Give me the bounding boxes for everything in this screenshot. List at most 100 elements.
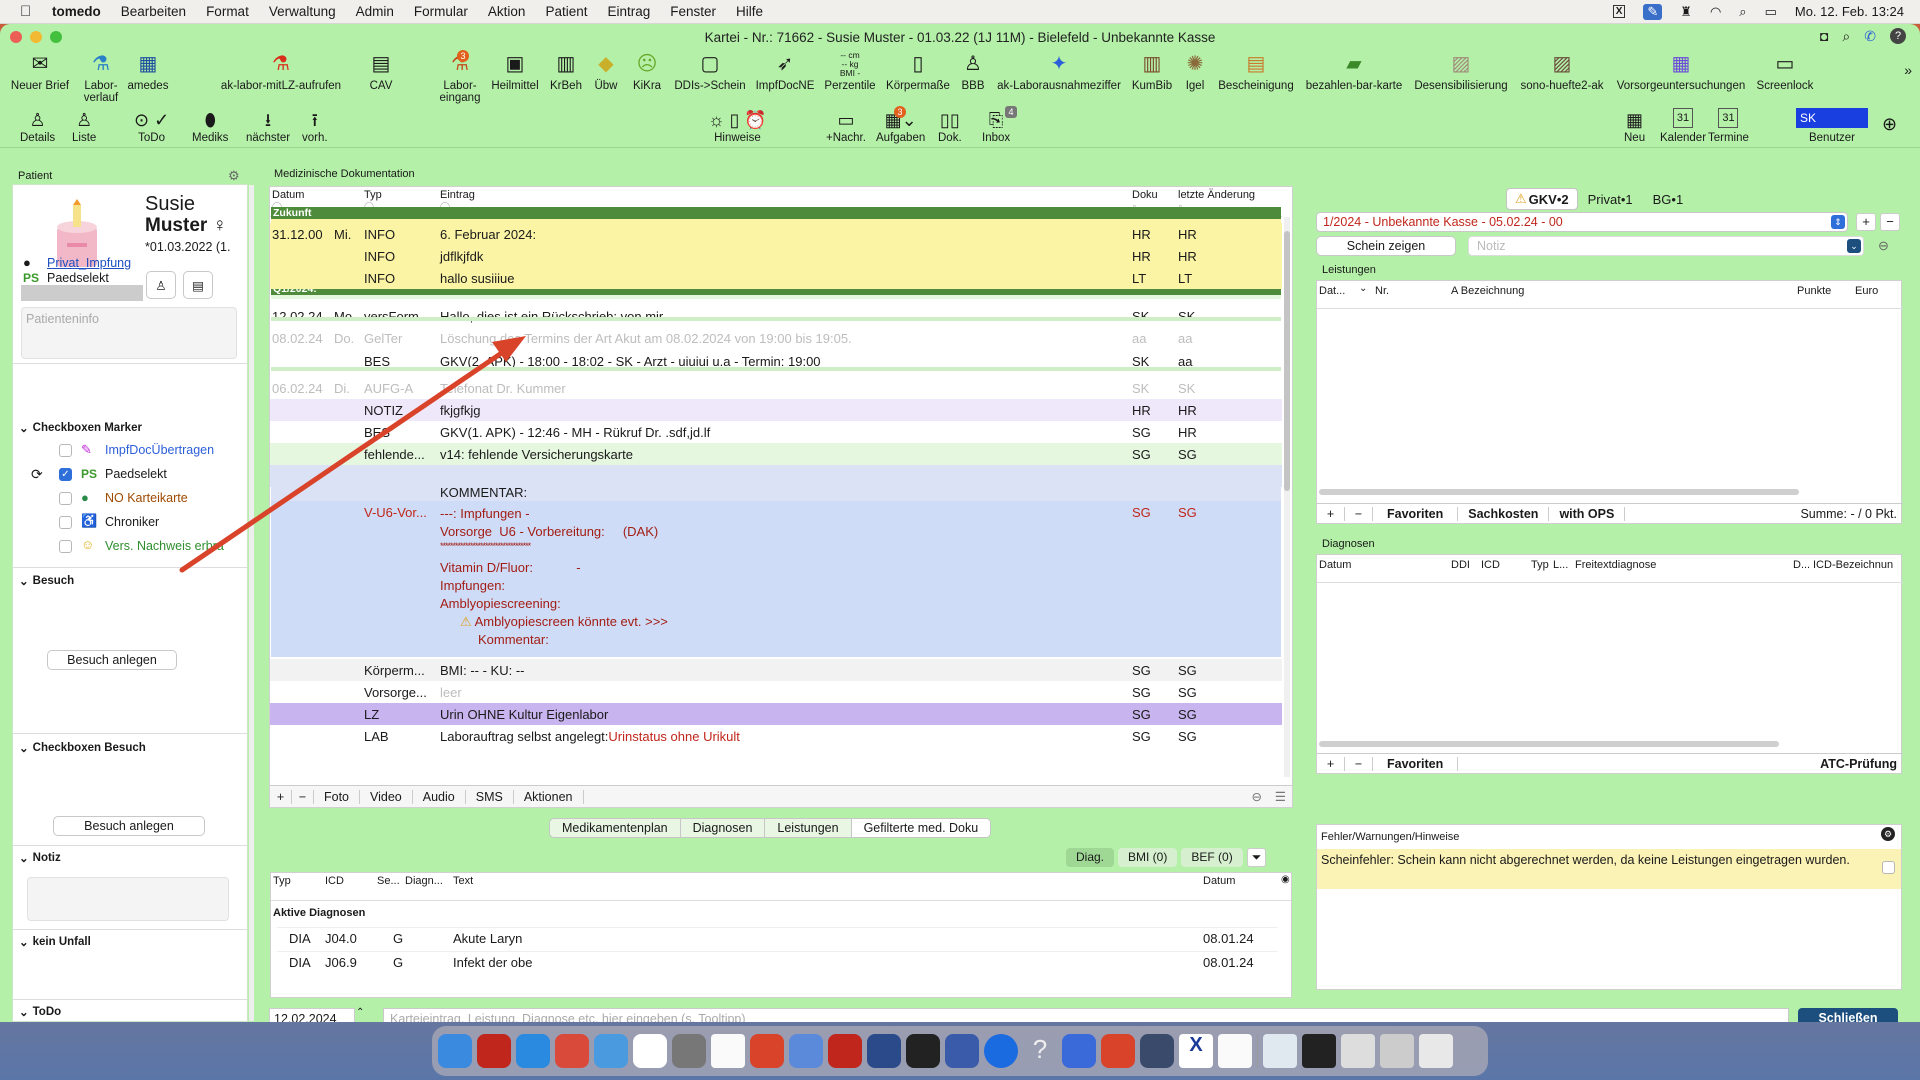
remove-leistung-button[interactable]: −: [1345, 506, 1373, 521]
tb-liste[interactable]: ♙ Liste: [72, 108, 96, 144]
tab-privat[interactable]: Privat•1: [1578, 190, 1643, 209]
schein-select[interactable]: 1/2024 - Unbekannte Kasse - 05.02.24 - 0…: [1316, 212, 1848, 232]
tag-paedselekt[interactable]: Paedselekt: [47, 271, 109, 285]
doc-row[interactable]: INFO jdflkjfdk HR HR: [270, 245, 1282, 267]
tb-nachr[interactable]: ▭ +Nachr.: [826, 108, 866, 144]
marker-item[interactable]: ● NO Karteikarte: [13, 489, 247, 511]
help-dock-icon[interactable]: ?: [1023, 1034, 1057, 1068]
pen-status-icon[interactable]: ✎: [1643, 3, 1663, 20]
document-dock-icon[interactable]: [711, 1034, 745, 1068]
patient-info-field[interactable]: Patienteninfo: [21, 307, 237, 359]
add-leistung-button[interactable]: +: [1317, 506, 1345, 521]
patient-clipboard-button[interactable]: ▤: [183, 271, 213, 299]
xconnect-icon[interactable]: X: [1179, 1034, 1213, 1068]
col-letzte[interactable]: letzte Änderung: [1178, 189, 1255, 201]
leistungen-hscroll[interactable]: [1319, 489, 1799, 495]
tag-privat-impfung[interactable]: Privat_Impfung: [47, 256, 131, 270]
tb-ddis[interactable]: ▢ DDIs->Schein: [672, 50, 748, 92]
doc-row[interactable]: BES GKV(1. APK) - 12:46 - MH - Rükruf Dr.…: [270, 421, 1282, 443]
unfall-section-header[interactable]: ⌄ kein Unfall: [13, 935, 91, 949]
search-menu-icon[interactable]: ⌕: [1739, 4, 1746, 20]
remove-entry-button[interactable]: −: [292, 789, 314, 804]
tb-neu[interactable]: ▦ Neu: [1624, 108, 1645, 144]
tb-kumbib[interactable]: ▥ KumBib: [1130, 50, 1174, 92]
marker-checkbox[interactable]: [59, 444, 72, 457]
doc-row[interactable]: Vorsorge... leer SG SG: [270, 681, 1282, 703]
diag-row[interactable]: DIA J06.9 G Infekt der obe 08.01.24: [277, 951, 1277, 973]
zoom-window-button[interactable]: [50, 31, 62, 43]
tomedo-dock-icon[interactable]: [477, 1034, 511, 1068]
patient-settings-icon[interactable]: ⚙: [228, 168, 240, 184]
menu-fenster[interactable]: Fenster: [670, 4, 716, 19]
tb-amedes[interactable]: ▦ amedes: [126, 50, 170, 92]
tb-doku[interactable]: ▯▯ Dok.: [938, 108, 962, 144]
menu-formular[interactable]: Formular: [414, 4, 468, 19]
mail-icon[interactable]: [594, 1034, 628, 1068]
tb-bescheinigung[interactable]: ▤ Bescheinigung: [1216, 50, 1296, 92]
tb-benutzer[interactable]: SK Benutzer: [1796, 108, 1868, 144]
trash-icon[interactable]: [1419, 1034, 1453, 1068]
tb-vorh[interactable]: ⭱ vorh.: [302, 108, 328, 144]
diag-settings-icon[interactable]: ◉: [1281, 874, 1290, 885]
tb-krbeh[interactable]: ▥ KrBeh: [548, 50, 584, 92]
menu-verwaltung[interactable]: Verwaltung: [269, 4, 336, 19]
tb-details[interactable]: ♙ Details: [20, 108, 55, 144]
control-center-icon[interactable]: ▭: [1765, 4, 1777, 20]
marker-checkbox[interactable]: [59, 540, 72, 553]
add-schein-button[interactable]: +: [1856, 213, 1876, 231]
col-datum[interactable]: Datum: [272, 189, 304, 201]
tb-hinweise[interactable]: ☼ ▯ ⏰ Hinweise: [708, 108, 767, 144]
atc-pruefung-button[interactable]: ATC-Prüfung: [1820, 757, 1897, 771]
fehler-message[interactable]: Scheinfehler: Schein kann nicht abgerech…: [1317, 849, 1901, 889]
marker-item[interactable]: ✎ ImpfDocÜbertragen: [13, 441, 247, 463]
besuch-anlegen-button[interactable]: Besuch anlegen: [47, 650, 177, 670]
tb-bbb[interactable]: ♙ BBB: [958, 50, 988, 92]
tb-bezahlen[interactable]: ▰ bezahlen-bar-karte: [1302, 50, 1406, 92]
marker-checkbox[interactable]: [59, 516, 72, 529]
terminal-icon[interactable]: [906, 1034, 940, 1068]
left-scrollbar[interactable]: [249, 185, 254, 1021]
checkboxen-besuch-header[interactable]: ⌄ Checkboxen Besuch: [13, 741, 146, 755]
remove-diagnose-button[interactable]: −: [1345, 756, 1373, 771]
app-red-icon-3[interactable]: [828, 1034, 862, 1068]
terminal-dock-icon-2[interactable]: [1302, 1034, 1336, 1068]
add-entry-button[interactable]: +: [270, 789, 292, 804]
tb-kalender[interactable]: 31 Kalender: [1660, 108, 1706, 144]
wifi-icon[interactable]: ◠: [1710, 4, 1721, 20]
funnel-icon[interactable]: ⏷: [1246, 848, 1267, 867]
camera-icon[interactable]: ◘: [1820, 28, 1828, 45]
bell-status-icon[interactable]: ♜: [1680, 4, 1692, 20]
calendar-dock-icon[interactable]: [633, 1034, 667, 1068]
x-status-icon[interactable]: X: [1612, 5, 1626, 18]
chevron-down-icon[interactable]: ⌄: [1359, 283, 1367, 294]
tab-medikamentenplan[interactable]: Medikamentenplan: [550, 819, 681, 837]
app-red-icon-4[interactable]: [1101, 1034, 1135, 1068]
finder-icon[interactable]: [438, 1034, 472, 1068]
fehler-settings-icon[interactable]: ⚙: [1881, 827, 1895, 841]
col-eintrag[interactable]: Eintrag: [440, 189, 475, 201]
tb-ak-laborausnahme[interactable]: ✦ ak-Laborausnahmeziffer: [994, 50, 1124, 92]
app-red-icon-2[interactable]: [750, 1034, 784, 1068]
tab-video[interactable]: Video: [360, 789, 413, 804]
tb-impfdocne[interactable]: ➶ ImpfDocNE: [754, 50, 816, 92]
tb-naechster[interactable]: ⭳ nächster: [246, 108, 290, 144]
entry-date-field[interactable]: 12.02.2024: [269, 1008, 355, 1022]
apple-menu-icon[interactable]: : [20, 3, 38, 20]
schein-zeigen-button[interactable]: Schein zeigen: [1316, 236, 1456, 256]
tb-screenlock[interactable]: ▭ Screenlock: [1754, 50, 1816, 92]
doc-row[interactable]: NOTIZ fkjgfkjg HR HR: [270, 399, 1282, 421]
col-doku[interactable]: Doku: [1132, 189, 1158, 201]
marker-item[interactable]: ♿ Chroniker: [13, 513, 247, 535]
globe-icon[interactable]: ⊕: [1882, 114, 1897, 135]
pen-dock-icon[interactable]: [1140, 1034, 1174, 1068]
teamviewer-icon[interactable]: [984, 1034, 1018, 1068]
app-check-icon[interactable]: [1062, 1034, 1096, 1068]
minus-circle-icon[interactable]: ⊖: [1878, 238, 1889, 254]
tb-termine[interactable]: 31 Termine: [1708, 108, 1749, 144]
tb-koerpermasse[interactable]: ▯ Körpermaße: [884, 50, 952, 92]
menu-eintrag[interactable]: Eintrag: [607, 4, 650, 19]
add-diagnose-button[interactable]: +: [1317, 756, 1345, 771]
col-typ[interactable]: Typ: [364, 189, 382, 201]
settings-dock-icon[interactable]: [672, 1034, 706, 1068]
toolbar-overflow-icon[interactable]: »: [1904, 62, 1912, 78]
